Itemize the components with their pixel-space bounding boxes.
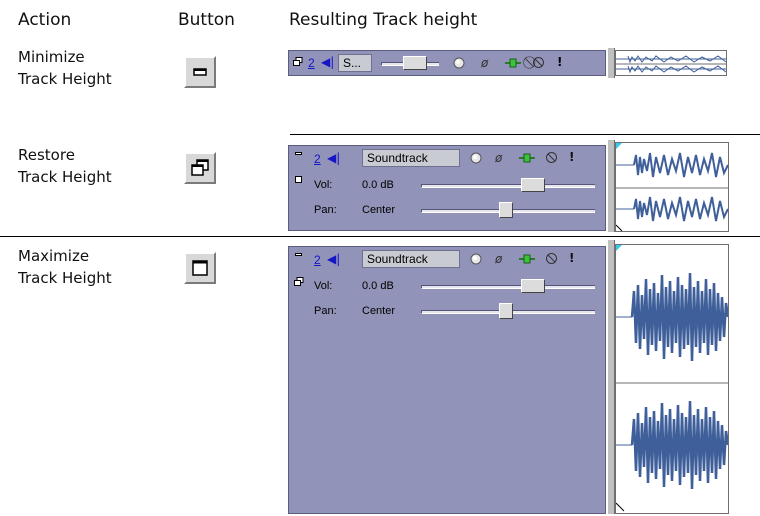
pan-label: Pan: (314, 204, 337, 216)
restore-small-icon[interactable] (294, 277, 304, 287)
record-arm-icon[interactable] (470, 152, 482, 164)
mute-icon[interactable] (545, 252, 558, 265)
pan-slider-knob[interactable] (499, 303, 513, 319)
volume-label: Vol: (314, 280, 333, 292)
minimize-icon (193, 68, 207, 76)
waveform-minimized (615, 50, 727, 76)
solo-icon[interactable]: ! (569, 252, 574, 264)
header-button: Button (178, 10, 235, 30)
divider-row1 (290, 134, 760, 135)
track-header-minimized[interactable]: 2 ◀| S... ø ⃠ ! (288, 50, 606, 76)
phase-invert-icon[interactable]: ø (495, 152, 502, 164)
mute-icon[interactable] (545, 151, 558, 164)
pan-value: Center (362, 204, 396, 216)
pan-label: Pan: (314, 305, 337, 317)
track-number[interactable]: 2 (314, 152, 321, 166)
minimize-small-icon[interactable] (295, 253, 302, 256)
waveform-restored (615, 142, 729, 232)
action-line2: Track Height (18, 168, 112, 186)
waveform-graphic (616, 55, 726, 74)
speaker-icon[interactable]: ◀| (327, 152, 340, 164)
action-line1: Restore (18, 146, 75, 164)
volume-slider-knob[interactable] (403, 56, 427, 70)
header-resulting-track-height: Resulting Track height (289, 10, 478, 30)
fade-handle-icon[interactable] (616, 245, 622, 251)
volume-value: 0.0 dB (362, 179, 394, 191)
volume-slider-knob[interactable] (521, 279, 545, 293)
waveform-graphic (616, 152, 728, 231)
fx-plugin-icon[interactable] (505, 57, 521, 69)
action-restore-label: Restore Track Height (18, 144, 112, 188)
volume-slider[interactable] (421, 285, 595, 289)
volume-label: Vol: (314, 179, 333, 191)
volume-value: 0.0 dB (362, 280, 394, 292)
maximize-small-icon[interactable] (295, 176, 302, 183)
solo-icon[interactable]: ! (557, 56, 562, 68)
track-name-field[interactable]: Soundtrack (362, 149, 460, 167)
track-header-maximized[interactable]: 2 ◀| Soundtrack ø ! Vol: 0.0 dB Pan: Cen… (288, 246, 606, 514)
speaker-icon[interactable]: ◀| (321, 56, 334, 68)
solo-icon[interactable]: ! (569, 151, 574, 163)
divider-row2 (0, 236, 760, 237)
track-divider[interactable] (607, 140, 615, 232)
restore-icon (191, 159, 209, 176)
pan-slider-knob[interactable] (499, 202, 513, 218)
action-maximize-label: Maximize Track Height (18, 245, 112, 289)
action-line2: Track Height (18, 269, 112, 287)
action-minimize-label: Minimize Track Height (18, 46, 112, 90)
fx-plugin-icon[interactable] (519, 152, 535, 164)
track-name-field[interactable]: Soundtrack (362, 250, 460, 268)
track-header-restored[interactable]: 2 ◀| Soundtrack ø ! Vol: 0.0 dB Pan: Cen… (288, 145, 606, 231)
volume-slider-knob[interactable] (521, 178, 545, 192)
track-name-field[interactable]: S... (338, 54, 372, 72)
action-line1: Maximize (18, 247, 90, 265)
track-divider[interactable] (607, 240, 615, 514)
restore-track-height-button[interactable] (184, 152, 216, 184)
fx-plugin-icon[interactable] (519, 253, 535, 265)
maximize-icon (192, 260, 208, 276)
pan-value: Center (362, 305, 396, 317)
action-line1: Minimize (18, 48, 85, 66)
mute-icon-shape[interactable] (532, 56, 545, 69)
track-number[interactable]: 2 (314, 253, 321, 267)
maximize-track-height-button[interactable] (184, 252, 216, 284)
waveform-graphic (616, 272, 728, 512)
minimize-track-height-button[interactable] (184, 56, 216, 88)
track-number[interactable]: 2 (308, 56, 315, 70)
header-action: Action (18, 10, 72, 30)
speaker-icon[interactable]: ◀| (327, 253, 340, 265)
record-arm-icon[interactable] (453, 57, 465, 69)
fade-handle-icon[interactable] (616, 143, 622, 149)
record-arm-icon[interactable] (470, 253, 482, 265)
phase-invert-icon[interactable]: ø (481, 57, 488, 69)
phase-invert-icon[interactable]: ø (495, 253, 502, 265)
restore-small-icon[interactable] (293, 57, 303, 67)
track-divider[interactable] (607, 48, 615, 78)
action-line2: Track Height (18, 70, 112, 88)
volume-slider[interactable] (421, 184, 595, 188)
waveform-maximized (615, 244, 729, 514)
minimize-small-icon[interactable] (295, 152, 302, 155)
